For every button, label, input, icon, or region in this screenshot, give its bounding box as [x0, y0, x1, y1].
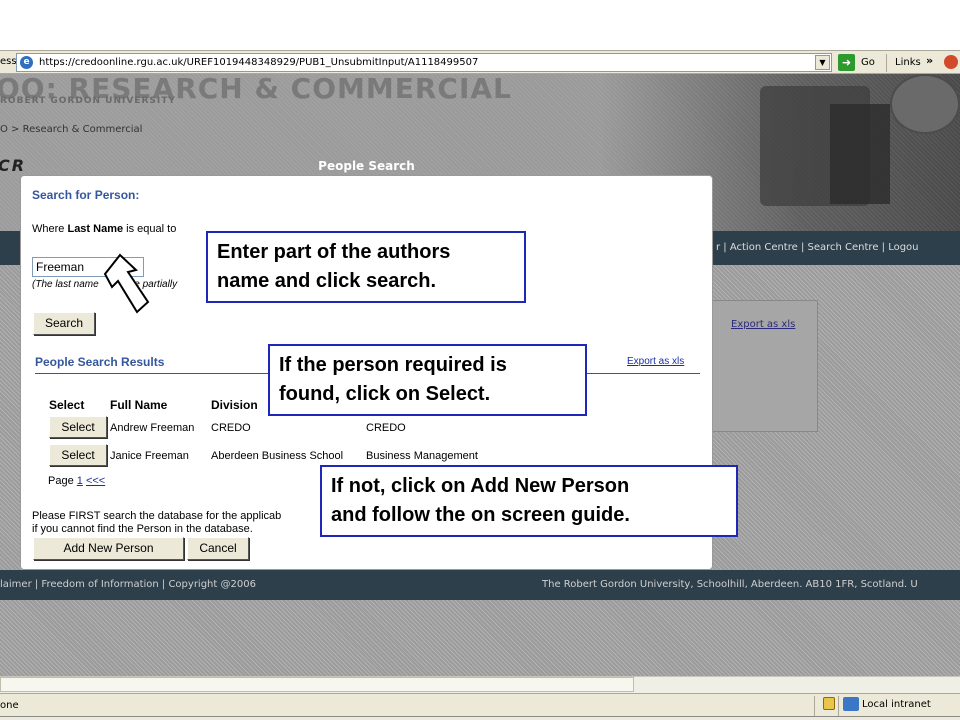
note-line-1: Please FIRST search the database for the… — [32, 510, 282, 522]
footer-address: The Robert Gordon University, Schoolhill… — [542, 579, 918, 590]
callout-select-person: If the person required is found, click o… — [268, 344, 587, 416]
callout-2-line-2: found, click on Select. — [279, 383, 491, 405]
breadcrumb: O > Research & Commercial — [0, 124, 143, 135]
links-more-icon[interactable]: » — [926, 54, 933, 67]
go-button[interactable]: Go — [861, 57, 875, 68]
go-arrow-icon[interactable]: ➜ — [838, 54, 855, 71]
status-divider — [814, 696, 815, 716]
banner-photo-dark — [830, 104, 890, 204]
university-name: ROBERT GORDON UNIVERSITY — [0, 96, 176, 106]
security-zone-label: Local intranet — [862, 699, 931, 710]
scrollbar-thumb[interactable] — [0, 677, 634, 692]
search-criteria-label: Where Last Name is equal to — [32, 223, 176, 235]
dialog-title: People Search — [318, 159, 415, 173]
callout-1-line-2: name and click search. — [217, 270, 437, 292]
column-header-division: Division — [211, 398, 258, 412]
row-division: Aberdeen Business School — [211, 450, 344, 462]
callout-add-person: If not, click on Add New Person and foll… — [320, 465, 738, 537]
row-department: CREDO — [366, 422, 406, 434]
address-label: ess — [0, 56, 17, 67]
pointer-arrow-icon — [103, 253, 150, 314]
note-line-2: if you cannot find the Person in the dat… — [32, 523, 253, 535]
screenshot: ess e https://credoonline.rgu.ac.uk/UREF… — [0, 0, 960, 720]
prev-page-link[interactable]: <<< — [86, 475, 105, 487]
taskbar-edge — [0, 716, 960, 720]
status-divider — [838, 696, 839, 716]
address-url: https://credoonline.rgu.ac.uk/UREF101944… — [39, 57, 479, 68]
column-header-select: Select — [49, 398, 85, 412]
lock-icon — [823, 697, 835, 710]
university-seal-icon — [890, 74, 960, 134]
callout-3-line-1: If not, click on Add New Person — [331, 475, 630, 497]
select-button[interactable]: Select — [49, 444, 107, 466]
where-prefix: Where — [32, 223, 68, 235]
where-suffix: is equal to — [123, 223, 177, 235]
status-text: one — [0, 700, 19, 711]
add-new-person-button[interactable]: Add New Person — [33, 537, 184, 560]
export-xls-link[interactable]: Export as xls — [627, 356, 684, 367]
search-button[interactable]: Search — [33, 312, 95, 335]
address-dropdown-icon[interactable]: ▼ — [815, 55, 830, 70]
address-input[interactable]: e https://credoonline.rgu.ac.uk/UREF1019… — [16, 53, 832, 72]
ie-page-icon: e — [20, 56, 33, 69]
links-button[interactable]: Links — [895, 57, 921, 68]
row-department: Business Management — [366, 450, 478, 462]
callout-2-line-1: If the person required is — [279, 354, 507, 376]
row-division: CREDO — [211, 422, 251, 434]
pager-prefix: Page — [48, 475, 77, 487]
select-button[interactable]: Select — [49, 416, 107, 438]
toolbar-extra-icon[interactable] — [944, 55, 958, 69]
footer-links: laimer | Freedom of Information | Copyri… — [0, 579, 256, 590]
hint-left: (The last name — [32, 279, 99, 290]
row-full-name: Andrew Freeman — [110, 422, 195, 434]
column-header-full-name: Full Name — [110, 398, 168, 412]
callout-1-line-1: Enter part of the authors — [217, 241, 451, 263]
intranet-zone-icon — [843, 697, 859, 711]
background-export-link: Export as xls — [731, 319, 796, 330]
page-link[interactable]: 1 — [77, 475, 83, 487]
callout-3-line-2: and follow the on screen guide. — [331, 504, 630, 526]
row-full-name: Janice Freeman — [110, 450, 189, 462]
cancel-button[interactable]: Cancel — [187, 537, 249, 560]
toolbar-divider — [886, 54, 887, 72]
results-title: People Search Results — [35, 355, 165, 369]
pager: Page 1 <<< — [48, 475, 105, 487]
search-section-title: Search for Person: — [32, 188, 140, 202]
search-note: Please FIRST search the database for the… — [32, 510, 281, 536]
site-nav-links: r | Action Centre | Search Centre | Logo… — [716, 242, 919, 253]
callout-enter-name: Enter part of the authors name and click… — [206, 231, 526, 303]
where-field: Last Name — [67, 223, 124, 235]
address-bar: ess e https://credoonline.rgu.ac.uk/UREF… — [0, 50, 960, 74]
